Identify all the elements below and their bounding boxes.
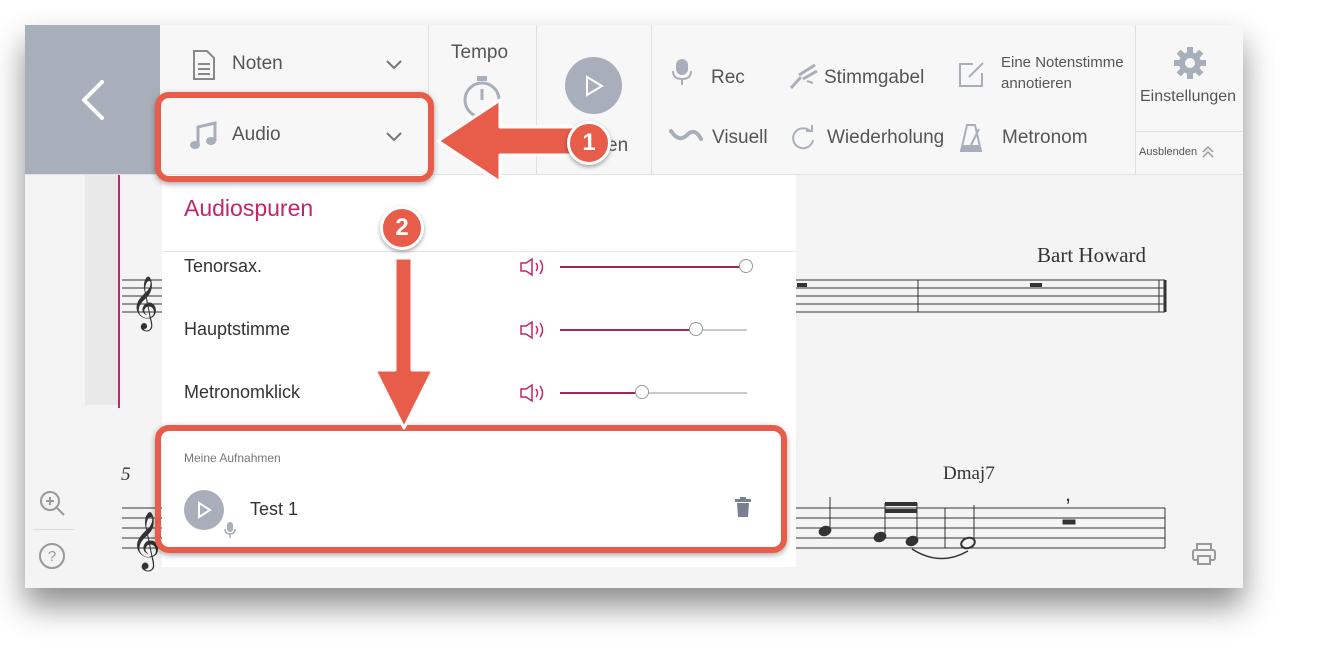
track-label: Metronomklick (184, 382, 301, 402)
rest-mark (797, 283, 807, 287)
microphone-icon (670, 57, 694, 92)
track-label: Tenorsax. (184, 256, 263, 276)
print-icon[interactable] (1191, 541, 1217, 572)
callout-box-audio (155, 92, 434, 182)
panel-divider (162, 251, 796, 252)
chevron-left-icon (81, 79, 104, 120)
settings-divider (1135, 131, 1243, 132)
measure-number: 5 (121, 464, 131, 485)
volume-fill (560, 392, 642, 394)
separator (1135, 25, 1136, 174)
callout-box-recordings (155, 425, 787, 553)
stimmgabel-label[interactable]: Stimmgabel (824, 67, 924, 89)
volume-fill (560, 266, 745, 268)
pencil-square-icon (957, 61, 985, 94)
chord-symbol: Dmaj7 (943, 463, 995, 484)
callout-badge-1: 1 (567, 121, 611, 165)
volume-thumb[interactable] (689, 322, 703, 336)
volume-slider[interactable] (560, 259, 753, 273)
volume-fill (560, 329, 696, 331)
svg-text:,: , (1065, 481, 1071, 506)
tempo-label[interactable]: Tempo (451, 42, 508, 64)
gear-icon[interactable] (1173, 46, 1207, 85)
separator (651, 25, 652, 174)
composer-name: Bart Howard (1037, 243, 1147, 267)
speaker-icon[interactable] (519, 383, 549, 408)
annotate-label-line-2[interactable]: annotieren (1001, 74, 1072, 94)
treble-clef: 𝄞 (131, 275, 158, 331)
metronome-icon (959, 123, 983, 158)
track-label: Hauptstimme (184, 319, 291, 339)
chevron-down-icon[interactable] (385, 58, 403, 76)
einstellungen-label[interactable]: Einstellungen (1140, 87, 1236, 107)
ausblenden-label[interactable]: Ausblenden (1139, 142, 1197, 162)
visuell-label[interactable]: Visuell (712, 127, 768, 149)
tool-divider (33, 529, 75, 530)
speaker-icon[interactable] (519, 320, 549, 345)
rec-label[interactable]: Rec (711, 67, 745, 89)
panel-title: Audiospuren (184, 195, 314, 221)
volume-thumb[interactable] (635, 385, 649, 399)
system-margin (85, 175, 119, 405)
back-button[interactable] (25, 25, 160, 174)
speaker-icon[interactable] (519, 257, 549, 282)
refresh-icon (789, 124, 817, 157)
callout-badge-2: 2 (380, 206, 424, 250)
rest-mark (1030, 283, 1042, 287)
wave-icon (669, 125, 703, 152)
zoom-in-icon[interactable] (38, 489, 66, 522)
play-icon (585, 74, 604, 97)
noten-dropdown-label[interactable]: Noten (232, 53, 283, 75)
volume-slider[interactable] (560, 322, 747, 336)
separator (536, 25, 537, 174)
tuning-fork-icon (787, 61, 819, 96)
help-icon[interactable]: ? (39, 543, 65, 569)
metronom-label[interactable]: Metronom (1002, 127, 1088, 149)
notes: , (818, 481, 1076, 560)
document-icon (192, 49, 216, 86)
stopwatch-icon[interactable] (461, 74, 503, 125)
double-chevron-up-icon[interactable] (1201, 145, 1215, 164)
annotate-label-line-1[interactable]: Eine Notenstimme (1001, 53, 1124, 73)
volume-thumb[interactable] (739, 259, 753, 273)
play-button[interactable] (565, 57, 622, 114)
wiederholung-label[interactable]: Wiederholung (827, 127, 944, 149)
volume-slider[interactable] (560, 385, 747, 399)
